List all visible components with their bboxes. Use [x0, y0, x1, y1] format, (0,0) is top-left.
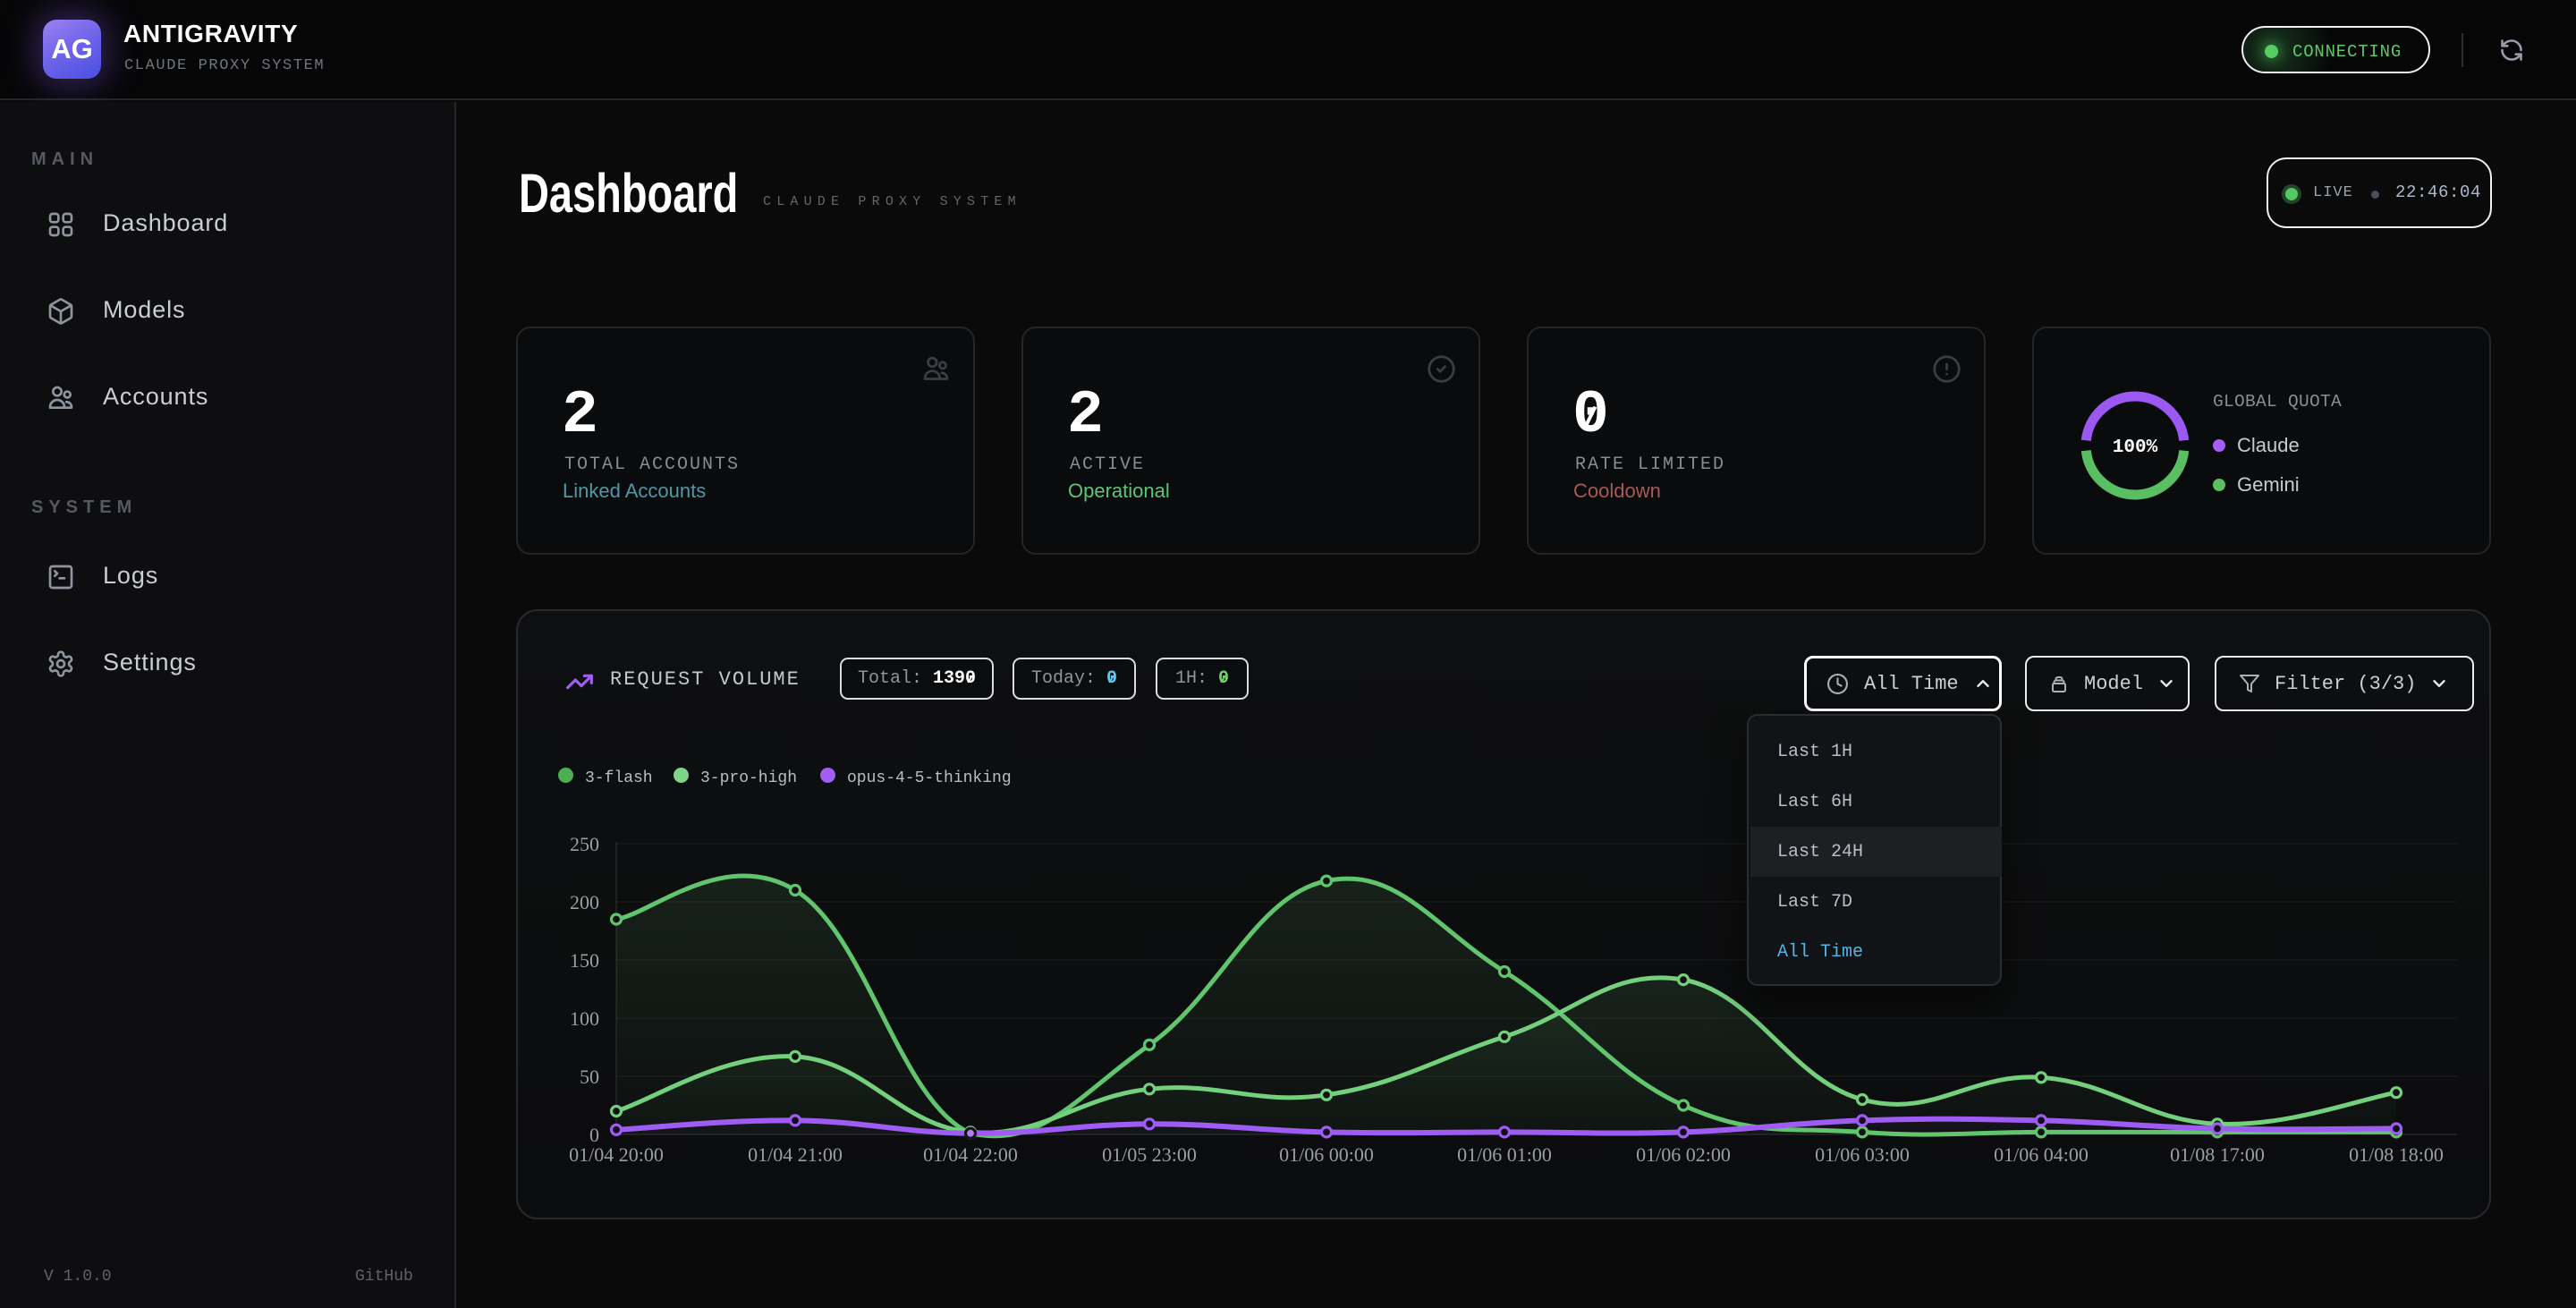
- svg-text:01/04 21:00: 01/04 21:00: [748, 1143, 843, 1166]
- svg-text:01/05 23:00: 01/05 23:00: [1102, 1143, 1197, 1166]
- svg-text:100: 100: [570, 1007, 599, 1030]
- svg-text:01/04 20:00: 01/04 20:00: [569, 1143, 664, 1166]
- svg-text:200: 200: [570, 891, 599, 913]
- svg-text:01/06 01:00: 01/06 01:00: [1457, 1143, 1552, 1166]
- svg-text:01/06 04:00: 01/06 04:00: [1994, 1143, 2089, 1166]
- svg-text:50: 50: [580, 1066, 599, 1088]
- svg-text:250: 250: [570, 833, 599, 855]
- svg-text:01/04 22:00: 01/04 22:00: [923, 1143, 1018, 1166]
- svg-text:01/06 02:00: 01/06 02:00: [1636, 1143, 1731, 1166]
- svg-text:150: 150: [570, 949, 599, 972]
- svg-text:01/08 17:00: 01/08 17:00: [2170, 1143, 2265, 1166]
- svg-text:01/08 18:00: 01/08 18:00: [2349, 1143, 2444, 1166]
- svg-text:01/06 03:00: 01/06 03:00: [1815, 1143, 1910, 1166]
- svg-text:01/06 00:00: 01/06 00:00: [1279, 1143, 1374, 1166]
